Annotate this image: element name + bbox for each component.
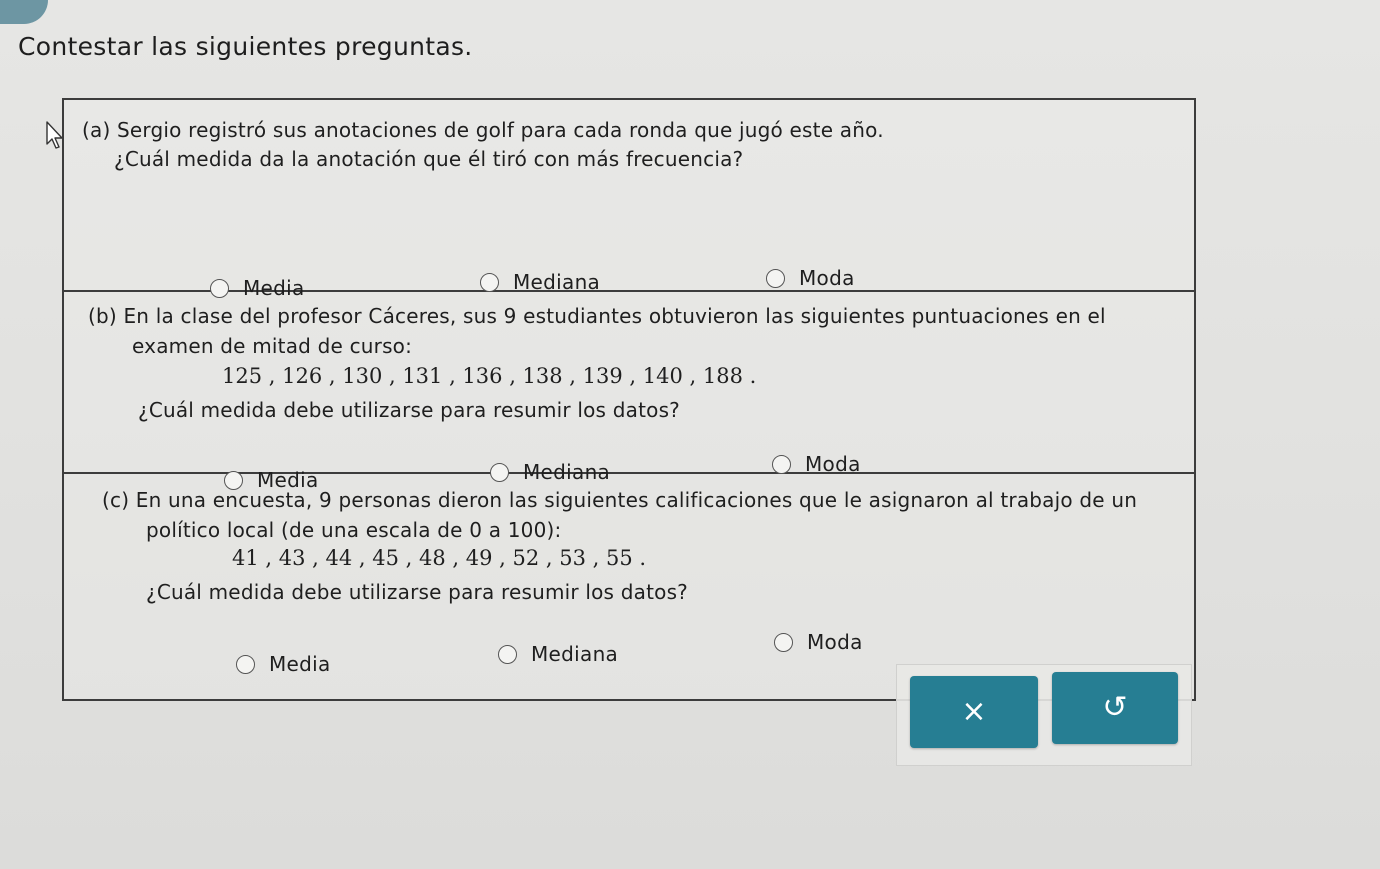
radio-button[interactable] [236,654,255,674]
question-c-line-2: político local (de una escala de 0 a 100… [146,518,562,542]
question-b-data: 125 , 126 , 130 , 131 , 136 , 138 , 139 … [222,364,757,388]
option-label: Media [269,652,331,676]
questions-box: (a) Sergio registró sus anotaciones de g… [62,98,1196,701]
question-c-option-moda[interactable]: Moda [774,630,863,654]
radio-button[interactable] [498,644,517,664]
corner-tab [0,0,48,24]
radio-button[interactable] [766,268,785,288]
radio-button[interactable] [774,632,793,652]
option-label: Moda [807,630,863,654]
question-b-line-1: (b) En la clase del profesor Cáceres, su… [88,304,1106,328]
question-a: (a) Sergio registró sus anotaciones de g… [64,100,1194,300]
undo-icon: ↺ [1102,690,1128,725]
question-c-option-mediana[interactable]: Mediana [498,642,618,666]
question-c-option-media[interactable]: Media [236,652,331,676]
question-a-option-moda[interactable]: Moda [766,266,855,290]
question-c-line-1: (c) En una encuesta, 9 personas dieron l… [102,488,1138,512]
clear-button[interactable]: × [910,676,1038,748]
radio-button[interactable] [480,272,499,292]
question-b: (b) En la clase del profesor Cáceres, su… [64,290,1194,492]
question-c-data: 41 , 43 , 44 , 45 , 48 , 49 , 52 , 53 , … [232,546,647,570]
question-a-line-2: ¿Cuál medida da la anotación que él tiró… [114,147,744,171]
option-label: Mediana [531,642,619,666]
instruction-text: Contestar las siguientes preguntas. [18,32,473,61]
question-a-line-1: (a) Sergio registró sus anotaciones de g… [82,118,884,142]
question-b-line-2: examen de mitad de curso: [132,334,413,358]
radio-button[interactable] [772,454,791,474]
option-label: Moda [799,266,855,290]
question-c-prompt: ¿Cuál medida debe utilizarse para resumi… [146,580,689,604]
undo-button[interactable]: ↺ [1052,672,1178,744]
question-b-prompt: ¿Cuál medida debe utilizarse para resumi… [138,398,681,422]
close-icon: × [961,694,987,729]
